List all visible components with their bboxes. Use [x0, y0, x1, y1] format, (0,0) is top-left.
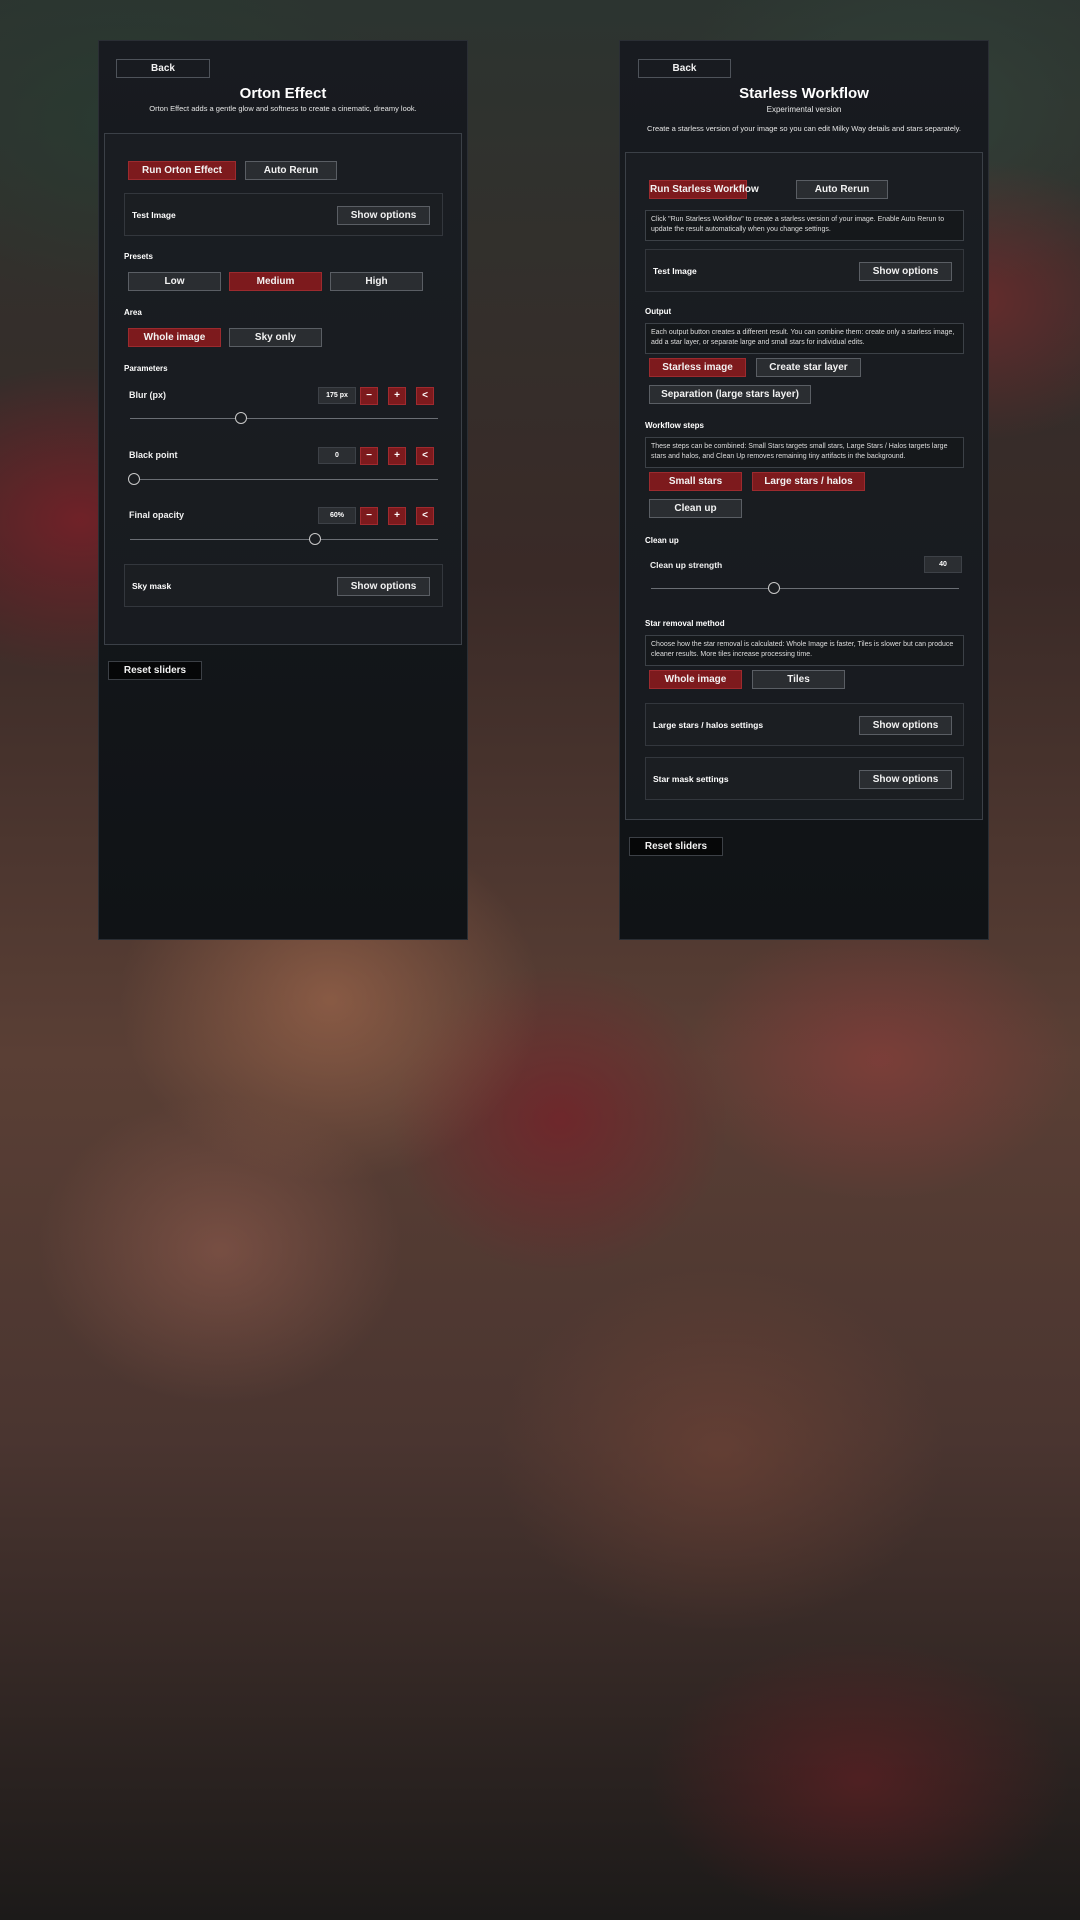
clean-up-button[interactable]: Clean up	[649, 499, 742, 518]
clean-up-section-label: Clean up	[645, 536, 679, 545]
reset-sliders-button[interactable]: Reset sliders	[629, 837, 723, 856]
blur-slider-thumb[interactable]	[234, 412, 247, 424]
panel-description: Orton Effect adds a gentle glow and soft…	[149, 104, 417, 113]
starless-image-button[interactable]: Starless image	[649, 358, 746, 377]
black-point-reset-button[interactable]: <	[416, 447, 434, 465]
black-point-value[interactable]: 0	[318, 447, 356, 464]
output-info-text: Each output button creates a different r…	[645, 323, 964, 354]
final-opacity-slider-track[interactable]	[130, 539, 438, 540]
test-image-row: Test Image Show options	[645, 249, 964, 292]
method-tiles-button[interactable]: Tiles	[752, 670, 845, 689]
black-point-decrement-button[interactable]: −	[360, 447, 378, 465]
settings-container: Run Orton Effect Auto Rerun Test Image S…	[104, 133, 462, 645]
blur-label: Blur (px)	[129, 390, 166, 400]
sky-mask-row: Sky mask Show options	[124, 564, 443, 607]
preset-high-button[interactable]: High	[330, 272, 423, 291]
sky-mask-label: Sky mask	[132, 581, 172, 591]
large-stars-settings-row: Large stars / halos settings Show option…	[645, 703, 964, 746]
test-image-show-options-button[interactable]: Show options	[859, 262, 952, 281]
final-opacity-increment-button[interactable]: +	[388, 507, 406, 525]
clean-up-strength-slider-thumb[interactable]	[768, 582, 781, 594]
orton-effect-panel: Back Orton Effect Orton Effect adds a ge…	[98, 40, 468, 940]
test-image-label: Test Image	[653, 266, 697, 276]
final-opacity-reset-button[interactable]: <	[416, 507, 434, 525]
panel-subtitle: Experimental version	[766, 105, 842, 114]
test-image-row: Test Image Show options	[124, 193, 443, 236]
method-info-text: Choose how the star removal is calculate…	[645, 635, 964, 666]
blur-value[interactable]: 175 px	[318, 387, 356, 404]
black-point-slider-track[interactable]	[130, 479, 438, 480]
back-button[interactable]: Back	[116, 59, 210, 78]
large-stars-halos-button[interactable]: Large stars / halos	[752, 472, 865, 491]
area-sky-only-button[interactable]: Sky only	[229, 328, 322, 347]
run-orton-effect-button[interactable]: Run Orton Effect	[128, 161, 236, 180]
separation-large-stars-button[interactable]: Separation (large stars layer)	[649, 385, 811, 404]
parameters-label: Parameters	[124, 364, 168, 373]
star-removal-method-label: Star removal method	[645, 619, 725, 628]
clean-up-strength-slider-track[interactable]	[651, 588, 959, 589]
method-whole-image-button[interactable]: Whole image	[649, 670, 742, 689]
settings-container: Run Starless Workflow Auto Rerun Click "…	[625, 152, 983, 820]
preset-low-button[interactable]: Low	[128, 272, 221, 291]
clean-up-strength-value[interactable]: 40	[924, 556, 962, 573]
blur-slider-track[interactable]	[130, 418, 438, 419]
area-label: Area	[124, 308, 142, 317]
reset-sliders-button[interactable]: Reset sliders	[108, 661, 202, 680]
back-button[interactable]: Back	[638, 59, 731, 78]
small-stars-button[interactable]: Small stars	[649, 472, 742, 491]
test-image-label: Test Image	[132, 210, 176, 220]
run-starless-workflow-button[interactable]: Run Starless Workflow	[649, 180, 759, 199]
auto-rerun-button[interactable]: Auto Rerun	[796, 180, 888, 199]
blur-reset-button[interactable]: <	[416, 387, 434, 405]
final-opacity-value[interactable]: 60%	[318, 507, 356, 524]
area-whole-image-button[interactable]: Whole image	[128, 328, 221, 347]
clean-up-strength-label: Clean up strength	[650, 560, 723, 570]
final-opacity-slider-thumb[interactable]	[308, 533, 321, 545]
star-mask-show-options-button[interactable]: Show options	[859, 770, 952, 789]
preset-medium-button[interactable]: Medium	[229, 272, 322, 291]
output-label: Output	[645, 307, 672, 316]
panel-title: Orton Effect	[239, 85, 327, 102]
star-mask-settings-label: Star mask settings	[653, 774, 729, 784]
black-point-slider-thumb[interactable]	[128, 473, 140, 485]
workflow-info-text: These steps can be combined: Small Stars…	[645, 437, 964, 468]
starless-workflow-panel: Back Starless Workflow Experimental vers…	[619, 40, 989, 940]
final-opacity-decrement-button[interactable]: −	[360, 507, 378, 525]
test-image-show-options-button[interactable]: Show options	[337, 206, 430, 225]
run-info-text: Click "Run Starless Workflow" to create …	[645, 210, 964, 241]
panel-description: Create a starless version of your image …	[647, 124, 961, 133]
black-point-label: Black point	[129, 450, 178, 460]
final-opacity-label: Final opacity	[129, 510, 185, 520]
panel-title: Starless Workflow	[739, 85, 869, 102]
blur-increment-button[interactable]: +	[388, 387, 406, 405]
presets-label: Presets	[124, 252, 153, 261]
star-mask-settings-row: Star mask settings Show options	[645, 757, 964, 800]
create-star-layer-button[interactable]: Create star layer	[756, 358, 861, 377]
large-stars-settings-label: Large stars / halos settings	[653, 720, 764, 730]
sky-mask-show-options-button[interactable]: Show options	[337, 577, 430, 596]
workflow-steps-label: Workflow steps	[645, 421, 704, 430]
large-stars-show-options-button[interactable]: Show options	[859, 716, 952, 735]
auto-rerun-button[interactable]: Auto Rerun	[245, 161, 337, 180]
black-point-increment-button[interactable]: +	[388, 447, 406, 465]
blur-decrement-button[interactable]: −	[360, 387, 378, 405]
